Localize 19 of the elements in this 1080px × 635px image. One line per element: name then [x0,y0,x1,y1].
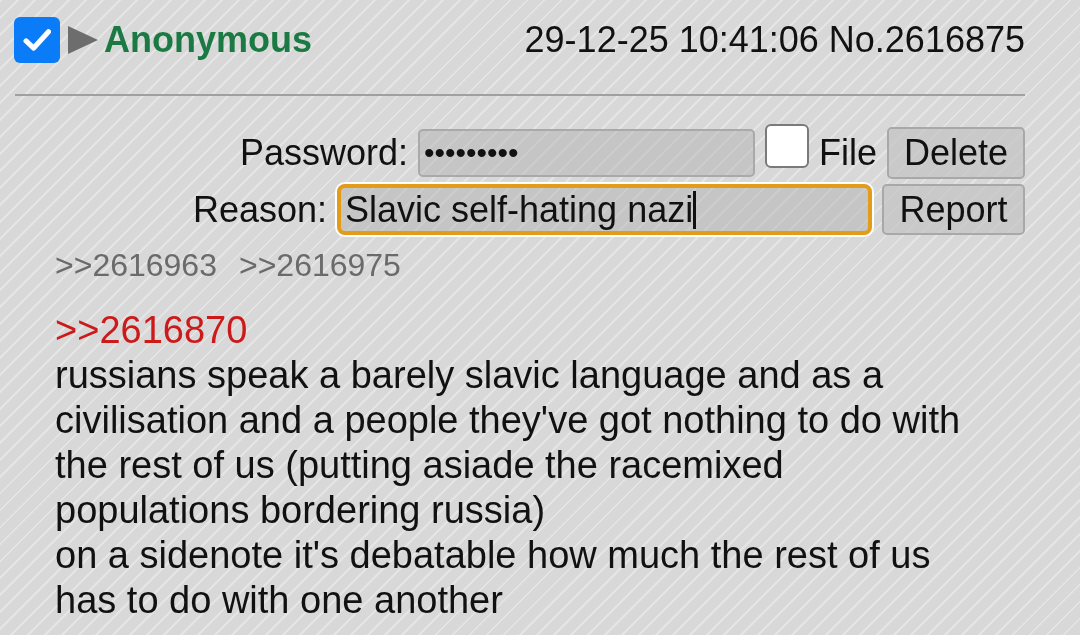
password-label: Password: [239,132,408,174]
select-checkbox[interactable] [14,17,60,63]
reason-label: Reason: [192,188,327,231]
post-number-link[interactable]: No.2616875 [828,19,1025,61]
checkmark-icon [22,27,52,53]
delete-button[interactable]: Delete [887,127,1025,179]
reason-field[interactable]: Slavic self-hating nazi [337,184,872,235]
caret-right-icon[interactable] [68,25,98,55]
post-text: russians speak a barely slavic language and as a civilisation and a people they've got nothing to do with the rest of us (putting asiade the racemixed populations bordering russia) on a sidenote it's debatable how much the rest of us has to do with one another [55,353,961,623]
report-button[interactable]: Report [882,184,1025,235]
reply-link[interactable]: >>2616963 [55,243,217,288]
poster-name: Anonymous [104,19,312,61]
file-label: File [819,132,877,174]
password-field[interactable]: ••••••••• [418,129,755,177]
post-datetime: 29-12-25 10:41:06 [524,19,819,61]
reply-link[interactable]: >>2616975 [238,243,401,288]
file-checkbox[interactable] [765,124,809,168]
text-cursor-icon [693,190,697,229]
quote-link[interactable]: >>2616870 [55,308,248,353]
